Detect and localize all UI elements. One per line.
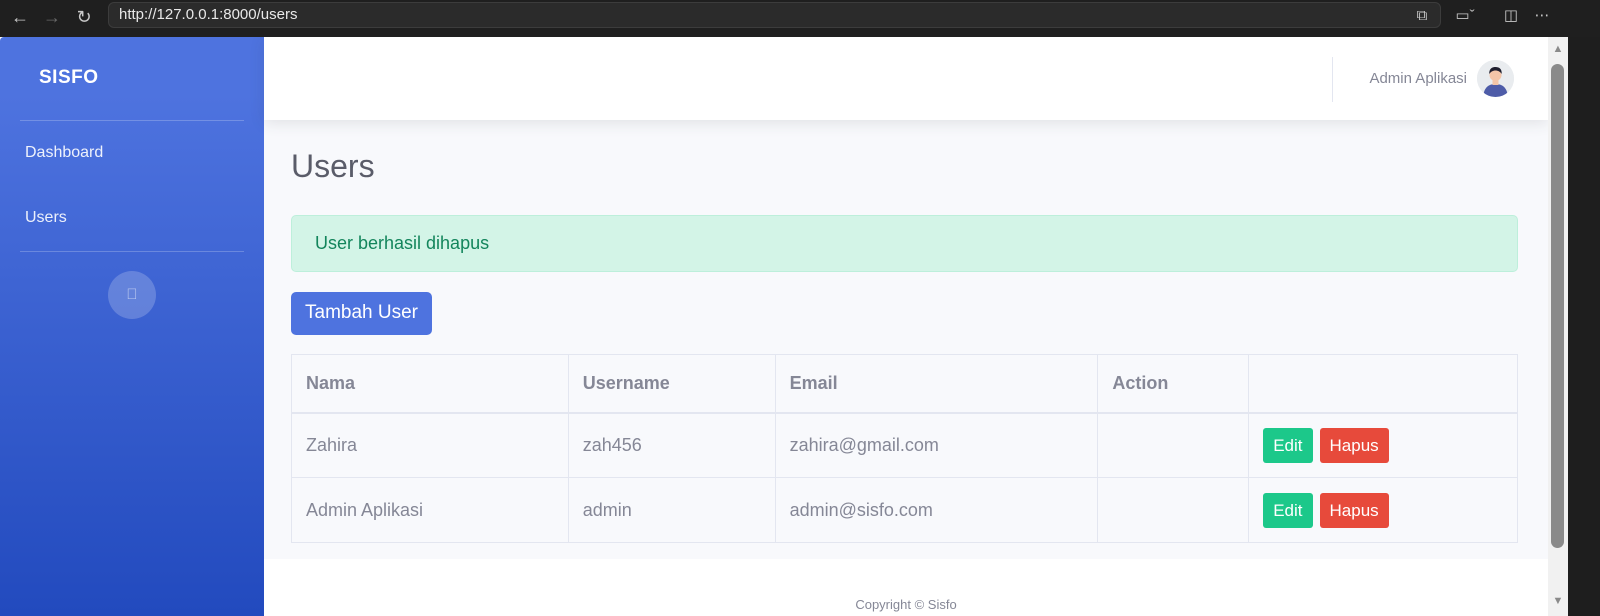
chevron-left-icon: : [126, 286, 137, 303]
cell-nama: Admin Aplikasi: [291, 477, 569, 543]
table-row: Zahira zah456 zahira@gmail.com Edit Hapu…: [291, 412, 1518, 478]
edit-button[interactable]: Edit: [1263, 427, 1313, 463]
users-table: Nama Username Email Action Zahira zah456…: [291, 354, 1518, 543]
reload-icon[interactable]: ↻: [70, 4, 98, 30]
delete-button[interactable]: Hapus: [1319, 427, 1389, 463]
footer: Copyright © Sisfo: [264, 559, 1548, 616]
cell-username: admin: [567, 477, 776, 543]
edit-button[interactable]: Edit: [1263, 492, 1313, 528]
column-header-username: Username: [567, 354, 776, 414]
brand-logo[interactable]: SISFO: [39, 67, 99, 89]
sidebar-divider: [20, 120, 244, 121]
cell-username: zah456: [567, 412, 776, 478]
column-header-nama: Nama: [291, 354, 569, 414]
table-row: Admin Aplikasi admin admin@sisfo.com Edi…: [291, 477, 1518, 543]
cell-email: admin@sisfo.com: [774, 477, 1099, 543]
forward-icon[interactable]: →: [38, 4, 66, 30]
sidebar: SISFO Dashboard Users : [0, 37, 264, 616]
column-header-email: Email: [774, 354, 1099, 414]
browser-toolbar: ← → ↻ http://127.0.0.1:8000/users ⧉ ▭ˇ ◫…: [0, 0, 1600, 37]
cell-action: [1097, 412, 1250, 478]
terminal-icon[interactable]: ◫: [1498, 3, 1524, 29]
copyright-text: Copyright © Sisfo: [855, 597, 957, 612]
scroll-up-icon[interactable]: ▲: [1551, 43, 1565, 55]
table-header-row: Nama Username Email Action: [291, 354, 1518, 414]
success-alert: User berhasil dihapus: [291, 215, 1518, 272]
sidebar-item-users[interactable]: Users: [25, 209, 67, 227]
back-icon[interactable]: ←: [6, 4, 34, 30]
user-name[interactable]: Admin Aplikasi: [1369, 70, 1467, 87]
cell-buttons: Edit Hapus: [1248, 412, 1518, 478]
tab-actions-icon[interactable]: ⧉: [1409, 3, 1435, 29]
cell-buttons: Edit Hapus: [1248, 477, 1518, 543]
scrollbar-thumb[interactable]: [1551, 64, 1564, 548]
column-header-action: Action: [1097, 354, 1250, 414]
sidebar-divider: [20, 251, 244, 252]
cell-email: zahira@gmail.com: [774, 412, 1099, 478]
cell-nama: Zahira: [291, 412, 569, 478]
add-user-button[interactable]: Tambah User: [291, 292, 432, 335]
topbar: Admin Aplikasi: [264, 37, 1548, 120]
delete-button[interactable]: Hapus: [1319, 492, 1389, 528]
page-title: Users: [291, 148, 375, 184]
address-bar[interactable]: http://127.0.0.1:8000/users: [108, 2, 1441, 28]
column-header-blank: [1248, 354, 1518, 414]
more-icon[interactable]: ⋯: [1529, 3, 1555, 29]
sidebar-toggle-button[interactable]: : [108, 271, 156, 319]
topbar-divider: [1332, 57, 1333, 102]
main-content: Users User berhasil dihapus Tambah User …: [264, 120, 1548, 560]
cell-action: [1097, 477, 1250, 543]
app-window: SISFO Dashboard Users  Admin Aplikasi U…: [0, 37, 1568, 616]
sidebar-item-dashboard[interactable]: Dashboard: [25, 144, 103, 162]
scroll-down-icon[interactable]: ▼: [1551, 595, 1565, 607]
page-scrollbar[interactable]: ▲ ▼: [1548, 37, 1568, 616]
cast-icon[interactable]: ▭ˇ: [1452, 3, 1478, 29]
avatar[interactable]: [1477, 60, 1514, 97]
user-avatar-icon: [1477, 60, 1514, 97]
